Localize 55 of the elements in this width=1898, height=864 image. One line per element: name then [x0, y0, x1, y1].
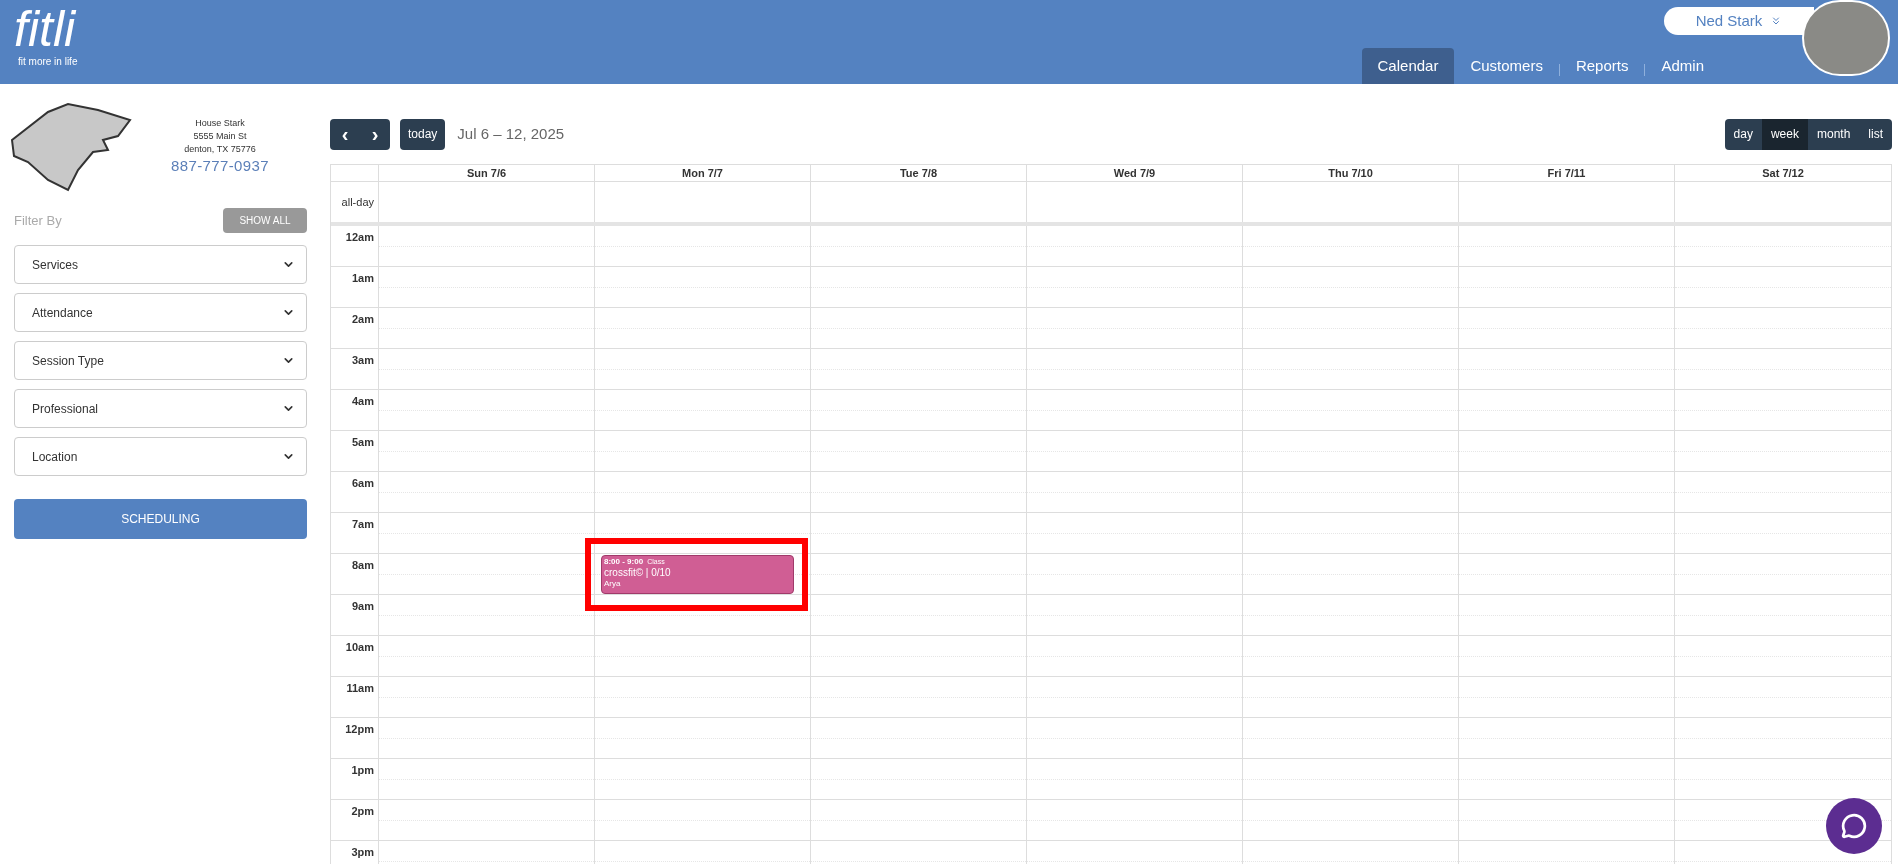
hour-label: 2pm: [351, 804, 374, 817]
business-phone[interactable]: 887-777-0937: [171, 155, 269, 176]
event-person: Arya: [604, 578, 622, 589]
business-city: denton, TX 75776: [184, 142, 256, 156]
event-time: 8:00 - 9:00: [604, 556, 644, 567]
previous-button[interactable]: ‹: [330, 118, 360, 150]
filter-select[interactable]: Attendance: [14, 293, 307, 332]
view-tab[interactable]: week: [1761, 118, 1808, 150]
filter-select[interactable]: Services: [14, 245, 307, 284]
hour-label: 1pm: [351, 763, 374, 776]
hour-label: 8am: [351, 558, 374, 571]
nav-tab[interactable]: Admin: [1645, 48, 1720, 84]
chat-button[interactable]: [1826, 798, 1882, 854]
hour-label: 10am: [345, 640, 374, 653]
hour-label: 12am: [345, 230, 374, 243]
view-tab[interactable]: month: [1807, 118, 1860, 150]
filter-select[interactable]: Session Type: [14, 341, 307, 380]
nav-tab[interactable]: Calendar: [1361, 48, 1455, 84]
date-range: Jul 6 – 12, 2025: [457, 123, 565, 144]
hour-label: 3am: [351, 353, 374, 366]
all-day-label: all-day: [331, 182, 379, 222]
hour-label: 4am: [351, 394, 374, 407]
day-header: Sun 7/6: [379, 165, 595, 181]
business-address: 5555 Main St: [193, 129, 247, 143]
hour-label: 12pm: [345, 722, 374, 735]
today-button[interactable]: today: [400, 118, 446, 150]
chat-icon: [1841, 813, 1867, 839]
scheduling-button[interactable]: SCHEDULING: [14, 499, 307, 539]
hour-label: 7am: [351, 517, 374, 530]
day-header: Sat 7/12: [1761, 166, 1805, 181]
day-header: Wed 7/9: [1027, 165, 1243, 181]
user-menu-button[interactable]: Ned Stark: [1664, 7, 1814, 35]
next-button[interactable]: ›: [360, 118, 390, 150]
day-header: Tue 7/8: [811, 165, 1027, 181]
hour-label: 2am: [351, 312, 374, 325]
hour-label: 5am: [351, 435, 374, 448]
brand-logo[interactable]: fitli: [14, 2, 76, 56]
view-tab[interactable]: list: [1859, 118, 1892, 150]
nav-tab[interactable]: Reports: [1559, 48, 1645, 84]
day-header: Thu 7/10: [1243, 165, 1459, 181]
business-name: House Stark: [195, 116, 245, 130]
brand-tagline: fit more in life: [18, 56, 78, 68]
filter-select[interactable]: Location: [14, 437, 307, 476]
event-title: crossfit© | 0/10: [604, 567, 672, 578]
hour-label: 6am: [351, 476, 374, 489]
filter-label: Filter By: [14, 211, 62, 230]
nav-tab[interactable]: Customers: [1454, 48, 1559, 84]
day-header: Mon 7/7: [595, 165, 811, 181]
hour-label: 9am: [351, 599, 374, 612]
view-tab[interactable]: day: [1724, 118, 1762, 150]
day-header: Fri 7/11: [1459, 165, 1675, 181]
filter-select[interactable]: Professional: [14, 389, 307, 428]
hour-label: 1am: [351, 271, 374, 284]
hour-label: 11am: [346, 681, 374, 694]
hour-label: 3pm: [351, 845, 374, 858]
